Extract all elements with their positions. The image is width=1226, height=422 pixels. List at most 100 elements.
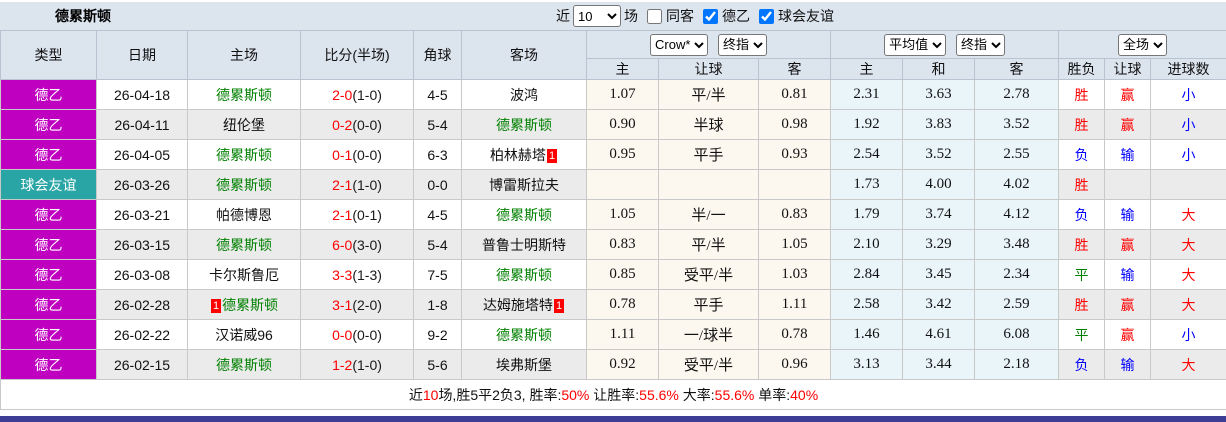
- summary-stat-value: 40%: [790, 387, 818, 403]
- avg-home-cell: 1.73: [831, 170, 903, 200]
- bottom-divider-bar: [0, 416, 1226, 422]
- same-away-checkbox[interactable]: [647, 9, 662, 24]
- goals-result-cell: 小: [1151, 320, 1226, 350]
- handicap-result-cell: 输: [1105, 140, 1151, 170]
- friendly-label: 球会友谊: [778, 6, 834, 26]
- away-team-name: 德累斯顿: [496, 207, 552, 223]
- winloss-result-cell: 胜: [1059, 230, 1105, 260]
- table-row: 德乙26-02-15德累斯顿1-2(1-0)5-6埃弗斯堡0.92受平/半0.9…: [1, 350, 1226, 380]
- league-checkbox[interactable]: [703, 9, 718, 24]
- odds-home-cell: 1.11: [587, 320, 659, 350]
- away-team-name: 德累斯顿: [496, 267, 552, 283]
- league-label: 德乙: [722, 6, 750, 26]
- red-card-badge: 1: [554, 299, 564, 313]
- date-cell: 26-02-28: [97, 290, 188, 320]
- odds-away-cell: 1.11: [759, 290, 831, 320]
- period-select[interactable]: 全场: [1118, 34, 1167, 56]
- average-select[interactable]: 平均值: [884, 34, 946, 56]
- red-card-badge: 1: [211, 299, 221, 313]
- match-type-cell: 德乙: [1, 200, 97, 230]
- home-team-name: 卡尔斯鲁厄: [209, 267, 279, 283]
- corner-cell: 9-2: [414, 320, 462, 350]
- fulltime-score: 3-1: [332, 297, 352, 313]
- matches-label: 场: [624, 6, 638, 26]
- col-away: 客场: [462, 31, 587, 80]
- winloss-result-cell: 负: [1059, 140, 1105, 170]
- date-cell: 26-03-26: [97, 170, 188, 200]
- col-avg-away: 客: [975, 59, 1059, 80]
- match-type-cell: 德乙: [1, 140, 97, 170]
- avg-away-cell: 2.34: [975, 260, 1059, 290]
- score-cell: 2-0(1-0): [301, 80, 414, 110]
- odds-home-cell: [587, 170, 659, 200]
- odds-handicap-cell: [659, 170, 759, 200]
- date-cell: 26-02-15: [97, 350, 188, 380]
- table-row: 球会友谊26-03-26德累斯顿2-1(1-0)0-0博雷斯拉夫1.734.00…: [1, 170, 1226, 200]
- col-home: 主场: [188, 31, 301, 80]
- odds-home-cell: 0.78: [587, 290, 659, 320]
- halftime-score: (1-0): [352, 357, 382, 373]
- match-history-panel: 德累斯顿 近 10 场 同客 德乙 球会友谊 类型 日期: [0, 2, 1226, 422]
- match-type-cell: 德乙: [1, 230, 97, 260]
- score-cell: 3-1(2-0): [301, 290, 414, 320]
- match-tbody: 德乙26-04-18德累斯顿2-0(1-0)4-5波鸿1.07平/半0.812.…: [1, 80, 1226, 380]
- handicap-result-cell: 赢: [1105, 290, 1151, 320]
- avg-away-cell: 2.18: [975, 350, 1059, 380]
- home-team-name: 帕德博恩: [216, 207, 272, 223]
- col-winloss: 胜负: [1059, 59, 1105, 80]
- fulltime-score: 1-2: [332, 357, 352, 373]
- avg-home-cell: 2.31: [831, 80, 903, 110]
- odds-stage-select[interactable]: 终指: [718, 34, 767, 56]
- goals-result-cell: 小: [1151, 110, 1226, 140]
- odds-away-cell: [759, 170, 831, 200]
- score-cell: 1-2(1-0): [301, 350, 414, 380]
- col-odds-home: 主: [587, 59, 659, 80]
- home-team-cell: 德累斯顿: [188, 350, 301, 380]
- handicap-result-cell: 赢: [1105, 320, 1151, 350]
- winloss-result-cell: 负: [1059, 200, 1105, 230]
- corner-cell: 5-4: [414, 230, 462, 260]
- odds-away-cell: 1.05: [759, 230, 831, 260]
- average-stage-select[interactable]: 终指: [956, 34, 1005, 56]
- col-type: 类型: [1, 31, 97, 80]
- odds-handicap-cell: 受平/半: [659, 260, 759, 290]
- away-team-cell: 博雷斯拉夫: [462, 170, 587, 200]
- goals-result-cell: 大: [1151, 290, 1226, 320]
- table-row: 德乙26-02-281德累斯顿3-1(2-0)1-8达姆施塔特10.78平手1.…: [1, 290, 1226, 320]
- away-team-cell: 德累斯顿: [462, 260, 587, 290]
- table-row: 德乙26-03-21帕德博恩2-1(0-1)4-5德累斯顿1.05半/一0.83…: [1, 200, 1226, 230]
- score-cell: 0-1(0-0): [301, 140, 414, 170]
- odds-home-cell: 0.85: [587, 260, 659, 290]
- avg-away-cell: 3.52: [975, 110, 1059, 140]
- winloss-result-cell: 平: [1059, 320, 1105, 350]
- friendly-checkbox[interactable]: [759, 9, 774, 24]
- avg-draw-cell: 4.00: [903, 170, 975, 200]
- winloss-result-cell: 平: [1059, 260, 1105, 290]
- corner-cell: 1-8: [414, 290, 462, 320]
- winloss-result-cell: 负: [1059, 350, 1105, 380]
- goals-result-cell: 小: [1151, 80, 1226, 110]
- col-corner: 角球: [414, 31, 462, 80]
- score-cell: 0-0(0-0): [301, 320, 414, 350]
- topbar: 德累斯顿 近 10 场 同客 德乙 球会友谊: [0, 2, 1226, 30]
- recent-count-select[interactable]: 10: [573, 5, 621, 27]
- table-row: 德乙26-04-18德累斯顿2-0(1-0)4-5波鸿1.07平/半0.812.…: [1, 80, 1226, 110]
- home-team-name: 德累斯顿: [216, 357, 272, 373]
- away-team-cell: 德累斯顿: [462, 110, 587, 140]
- home-team-cell: 德累斯顿: [188, 140, 301, 170]
- avg-home-cell: 1.92: [831, 110, 903, 140]
- home-team-name: 汉诺威96: [215, 327, 273, 343]
- avg-away-cell: 6.08: [975, 320, 1059, 350]
- match-type-cell: 德乙: [1, 350, 97, 380]
- handicap-result-cell: [1105, 170, 1151, 200]
- avg-away-cell: 2.78: [975, 80, 1059, 110]
- away-team-cell: 德累斯顿: [462, 320, 587, 350]
- home-team-cell: 帕德博恩: [188, 200, 301, 230]
- home-team-cell: 汉诺威96: [188, 320, 301, 350]
- odds-company-select[interactable]: Crow*: [650, 34, 708, 56]
- odds-away-cell: 0.78: [759, 320, 831, 350]
- fulltime-score: 0-0: [332, 327, 352, 343]
- col-handicap-result: 让球: [1105, 59, 1151, 80]
- fulltime-score: 3-3: [332, 267, 352, 283]
- col-goals-result: 进球数: [1151, 59, 1226, 80]
